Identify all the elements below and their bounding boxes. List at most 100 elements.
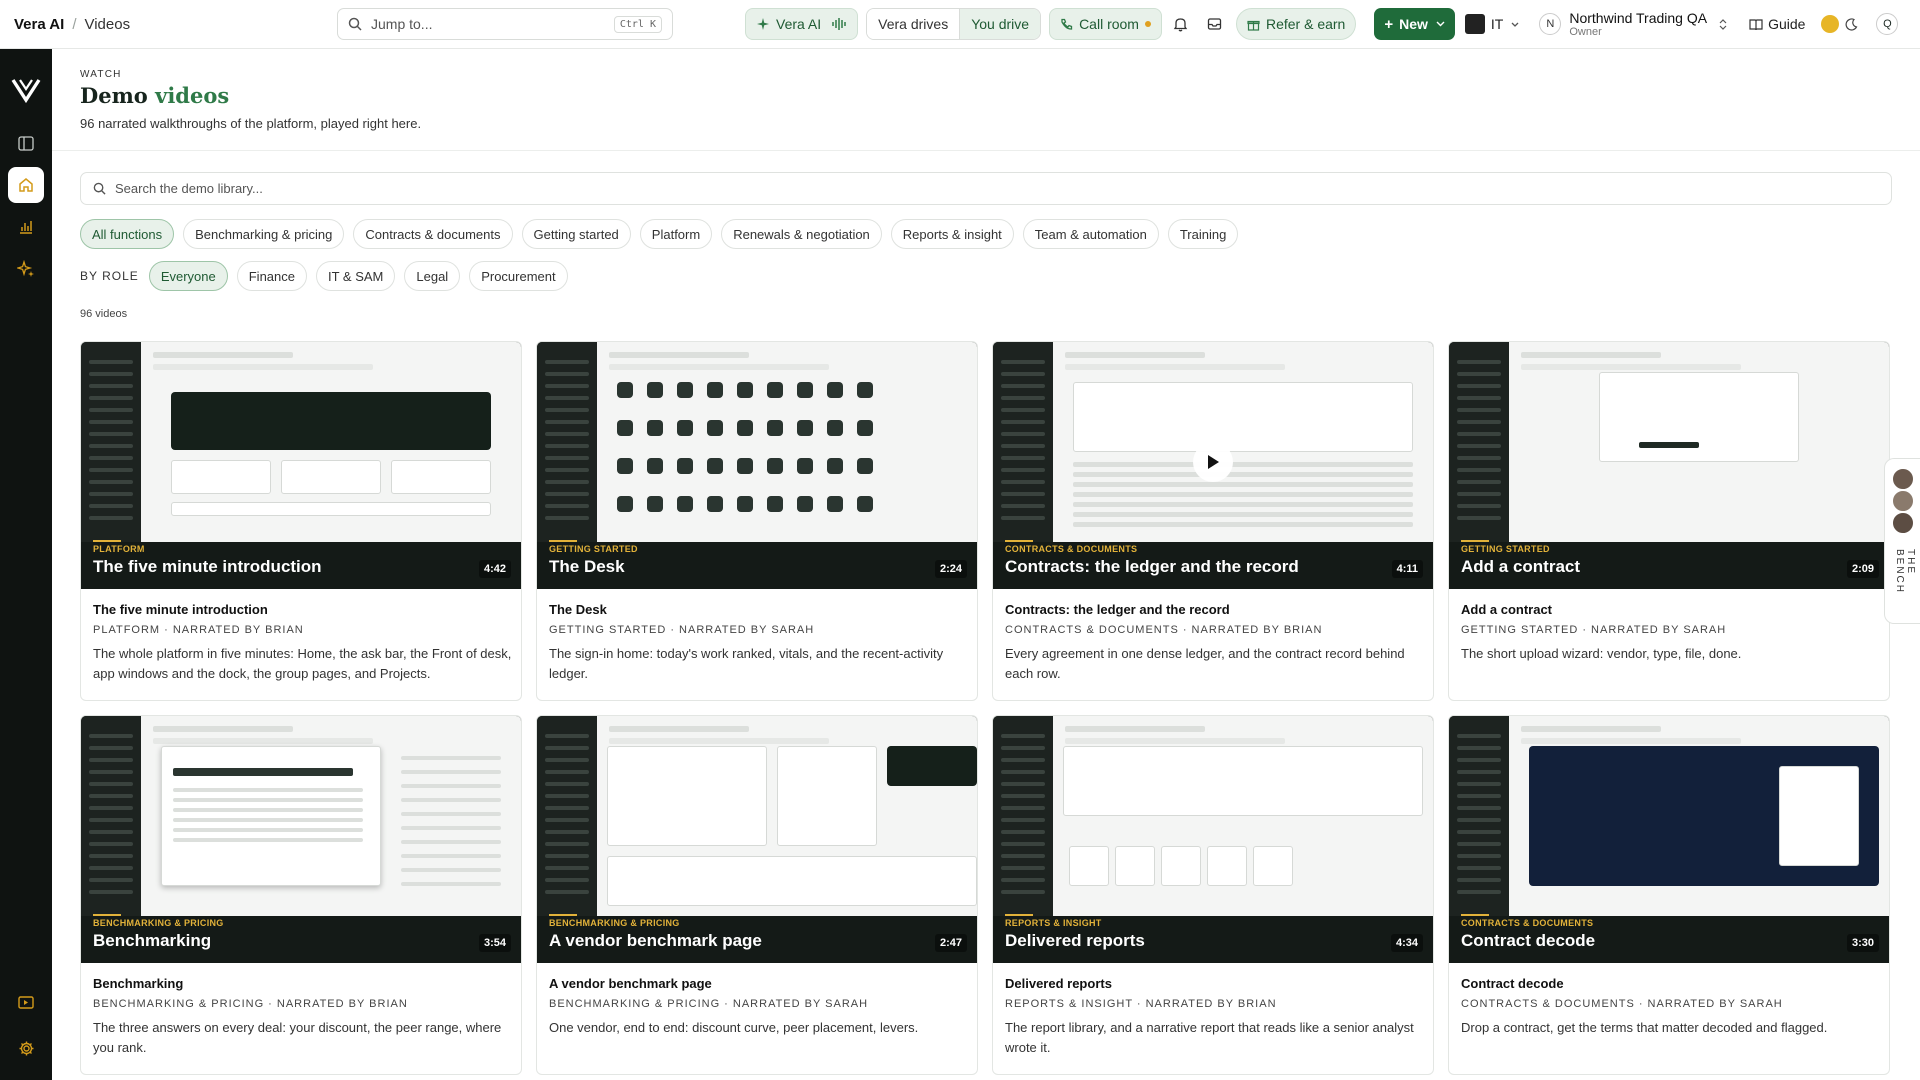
account-switcher[interactable]: N Northwind Trading QA Owner: [1539, 9, 1727, 38]
video-card[interactable]: Platform The five minute introduction 4:42…: [80, 341, 522, 701]
vera-ai-button[interactable]: Vera AI: [745, 8, 859, 40]
jump-placeholder: Jump to...: [371, 16, 433, 32]
bench-avatar: [1891, 467, 1915, 491]
mode-vera-drives[interactable]: Vera drives: [867, 9, 960, 39]
filter-chip-role[interactable]: Finance: [236, 261, 307, 291]
chevron-down-icon: [1511, 22, 1519, 27]
video-thumbnail[interactable]: Platform The five minute introduction 4:42: [81, 342, 521, 589]
video-title[interactable]: Contract decode: [1461, 976, 1564, 991]
mode-you-drive[interactable]: You drive: [959, 9, 1041, 39]
thumbnail-screen: [1053, 342, 1433, 542]
thumbnail-sidebar: [993, 716, 1053, 916]
video-title[interactable]: The Desk: [549, 602, 607, 617]
filter-chip-function[interactable]: Benchmarking & pricing: [183, 219, 345, 249]
video-title[interactable]: Delivered reports: [1005, 976, 1112, 991]
filter-chip-function[interactable]: All functions: [80, 219, 175, 249]
video-description: The whole platform in five minutes: Home…: [93, 646, 512, 681]
thumbnail-category: Platform: [93, 540, 145, 554]
theme-toggle[interactable]: [1821, 15, 1858, 33]
user-avatar[interactable]: Q: [1876, 13, 1899, 35]
sidebar-item-home[interactable]: [8, 167, 44, 203]
plus-icon: +: [1384, 15, 1394, 33]
video-thumbnail[interactable]: Getting started The Desk 2:24: [537, 342, 977, 589]
duration-badge: 2:09: [1846, 560, 1879, 578]
video-count: 96 videos: [80, 308, 128, 320]
video-card[interactable]: Reports & insight Delivered reports 4:34 De…: [992, 715, 1434, 1075]
video-thumbnail[interactable]: Contracts & documents Contract decode 3:30: [1449, 716, 1889, 963]
video-description: The three answers on every deal: your di…: [93, 1020, 502, 1055]
org-logo: [1464, 14, 1485, 34]
video-description: The sign-in home: today's work ranked, v…: [549, 646, 944, 681]
sidebar-item-settings[interactable]: [8, 1030, 44, 1066]
sidebar-item-ai[interactable]: [8, 251, 44, 287]
play-icon: [1208, 455, 1219, 469]
filter-chip-role[interactable]: Legal: [404, 261, 461, 291]
bell-icon: [1174, 18, 1188, 32]
thumbnail-screen: [1509, 342, 1889, 542]
sidebar-item-analytics[interactable]: [8, 209, 44, 245]
video-card[interactable]: Contracts & documents Contract decode 3:30…: [1448, 715, 1890, 1075]
guide-label: Guide: [1768, 16, 1806, 32]
video-title[interactable]: Add a contract: [1461, 602, 1552, 617]
thumbnail-screen: [1053, 716, 1433, 916]
account-name: Northwind Trading QA: [1569, 9, 1708, 26]
video-thumbnail[interactable]: Benchmarking & pricing A vendor benchmark…: [537, 716, 977, 963]
vera-logo-icon[interactable]: [11, 77, 41, 103]
video-meta: BENCHMARKING & PRICING · NARRATED BY SAR…: [549, 998, 869, 1010]
video-card[interactable]: Contracts & documents Contracts: the ledg…: [992, 341, 1434, 701]
org-switcher[interactable]: IT: [1464, 14, 1519, 34]
filter-chip-role[interactable]: IT & SAM: [315, 261, 396, 291]
notifications-button[interactable]: [1166, 8, 1196, 40]
video-title[interactable]: A vendor benchmark page: [549, 976, 712, 991]
filter-chip-function[interactable]: Reports & insight: [890, 219, 1014, 249]
page-title: Demo videos: [80, 83, 229, 108]
thumbnail-sidebar: [537, 716, 597, 916]
chevron-updown-icon: [1719, 18, 1727, 30]
thumbnail-category: Getting started: [1461, 540, 1550, 554]
bench-avatar: [1891, 511, 1915, 535]
play-button[interactable]: [1193, 442, 1233, 482]
the-bench-tab[interactable]: THE BENCH: [1884, 458, 1920, 624]
video-card[interactable]: Getting started Add a contract 2:09 Add a c…: [1448, 341, 1890, 701]
jump-to-input[interactable]: Jump to... Ctrl K: [337, 8, 673, 40]
filter-chip-function[interactable]: Getting started: [521, 219, 631, 249]
filter-chip-function[interactable]: Contracts & documents: [353, 219, 513, 249]
breadcrumb-current: Videos: [84, 15, 131, 33]
app-name[interactable]: Vera AI: [14, 16, 64, 33]
function-filter-bar: All functions Benchmarking & pricing Contr…: [80, 219, 1247, 249]
video-thumbnail[interactable]: Reports & insight Delivered reports 4:34: [993, 716, 1433, 963]
video-card[interactable]: Getting started The Desk 2:24 The Desk GETTI…: [536, 341, 978, 701]
sidebar-toggle-button[interactable]: [8, 125, 44, 161]
thumbnail-category: Benchmarking & pricing: [93, 914, 224, 928]
filter-chip-function[interactable]: Renewals & negotiation: [721, 219, 882, 249]
new-button[interactable]: + New: [1374, 8, 1455, 40]
library-search-input[interactable]: Search the demo library...: [80, 172, 1892, 205]
video-description: Drop a contract, get the terms that matt…: [1461, 1020, 1828, 1035]
video-title[interactable]: Contracts: the ledger and the record: [1005, 602, 1230, 617]
thumbnail-title: Contracts: the ledger and the record: [1005, 557, 1299, 576]
filter-chip-function[interactable]: Training: [1167, 219, 1239, 249]
video-thumbnail[interactable]: Getting started Add a contract 2:09: [1449, 342, 1889, 589]
chevron-down-icon: [1436, 21, 1445, 27]
video-card[interactable]: Benchmarking & pricing A vendor benchmark…: [536, 715, 978, 1075]
video-thumbnail[interactable]: Benchmarking & pricing Benchmarking 3:54: [81, 716, 521, 963]
video-thumbnail[interactable]: Contracts & documents Contracts: the ledg…: [993, 342, 1433, 589]
inbox-button[interactable]: [1200, 8, 1230, 40]
video-card[interactable]: Benchmarking & pricing Benchmarking 3:54 Be…: [80, 715, 522, 1075]
guide-button[interactable]: Guide: [1749, 16, 1805, 32]
breadcrumb-separator: /: [72, 15, 77, 33]
video-title[interactable]: The five minute introduction: [93, 602, 268, 617]
duration-badge: 2:47: [934, 934, 967, 952]
account-role: Owner: [1569, 25, 1602, 38]
filter-chip-function[interactable]: Team & automation: [1022, 219, 1159, 249]
refer-earn-button[interactable]: Refer & earn: [1235, 8, 1357, 40]
video-title[interactable]: Benchmarking: [93, 976, 183, 991]
sidebar-item-media[interactable]: [8, 984, 44, 1020]
filter-chip-role[interactable]: Procurement: [469, 261, 568, 291]
bench-label: THE BENCH: [1894, 549, 1916, 595]
film-icon: [18, 995, 34, 1009]
thumbnail-sidebar: [993, 342, 1053, 542]
filter-chip-function[interactable]: Platform: [639, 219, 713, 249]
filter-chip-role[interactable]: Everyone: [148, 261, 228, 291]
call-room-button[interactable]: Call room: [1049, 8, 1162, 40]
